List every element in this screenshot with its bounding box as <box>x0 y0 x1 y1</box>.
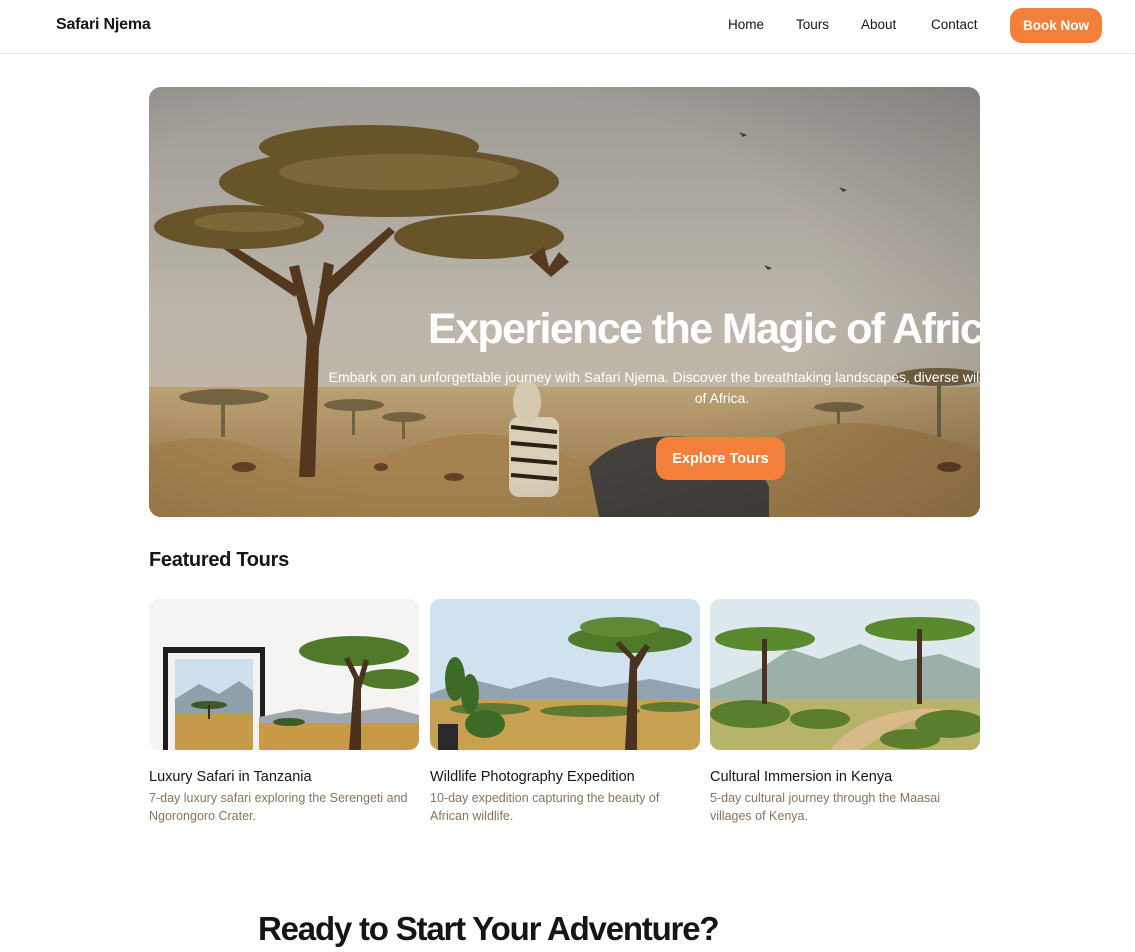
tour-card-kenya[interactable]: Cultural Immersion in Kenya 5-day cultur… <box>710 599 980 825</box>
brand-logo[interactable]: Safari Njema <box>56 16 151 34</box>
book-now-button[interactable]: Book Now <box>1010 8 1102 43</box>
tour-image-kenya <box>710 599 980 750</box>
tour-card-photography[interactable]: Wildlife Photography Expedition 10-day e… <box>430 599 700 825</box>
tour-description: 5-day cultural journey through the Maasa… <box>710 791 940 823</box>
tour-image-photography <box>430 599 700 750</box>
tour-title: Cultural Immersion in Kenya <box>710 769 893 785</box>
explore-tours-button[interactable]: Explore Tours <box>656 437 785 480</box>
nav-about-link[interactable]: About <box>861 17 896 32</box>
tour-title: Wildlife Photography Expedition <box>430 769 635 785</box>
hero-banner: Experience the Magic of Africa Embark on… <box>149 87 980 517</box>
nav-tours-link[interactable]: Tours <box>796 17 829 32</box>
tour-title: Luxury Safari in Tanzania <box>149 769 312 785</box>
hero-title: Experience the Magic of Africa <box>428 305 980 353</box>
tour-image-tanzania <box>149 599 419 750</box>
featured-tours-heading: Featured Tours <box>149 549 289 571</box>
site-header: Safari Njema Home Tours About Contact Bo… <box>0 0 1135 54</box>
hero-subtitle: Embark on an unforgettable journey with … <box>328 369 980 406</box>
cta-heading: Ready to Start Your Adventure? <box>258 910 720 947</box>
nav-contact-link[interactable]: Contact <box>931 17 978 32</box>
tour-description: 10-day expedition capturing the beauty o… <box>430 791 660 823</box>
tour-description: 7-day luxury safari exploring the Sereng… <box>149 791 408 823</box>
hero-savanna-image <box>149 87 980 517</box>
tour-card-tanzania[interactable]: Luxury Safari in Tanzania 7-day luxury s… <box>149 599 419 825</box>
nav-home-link[interactable]: Home <box>728 17 764 32</box>
